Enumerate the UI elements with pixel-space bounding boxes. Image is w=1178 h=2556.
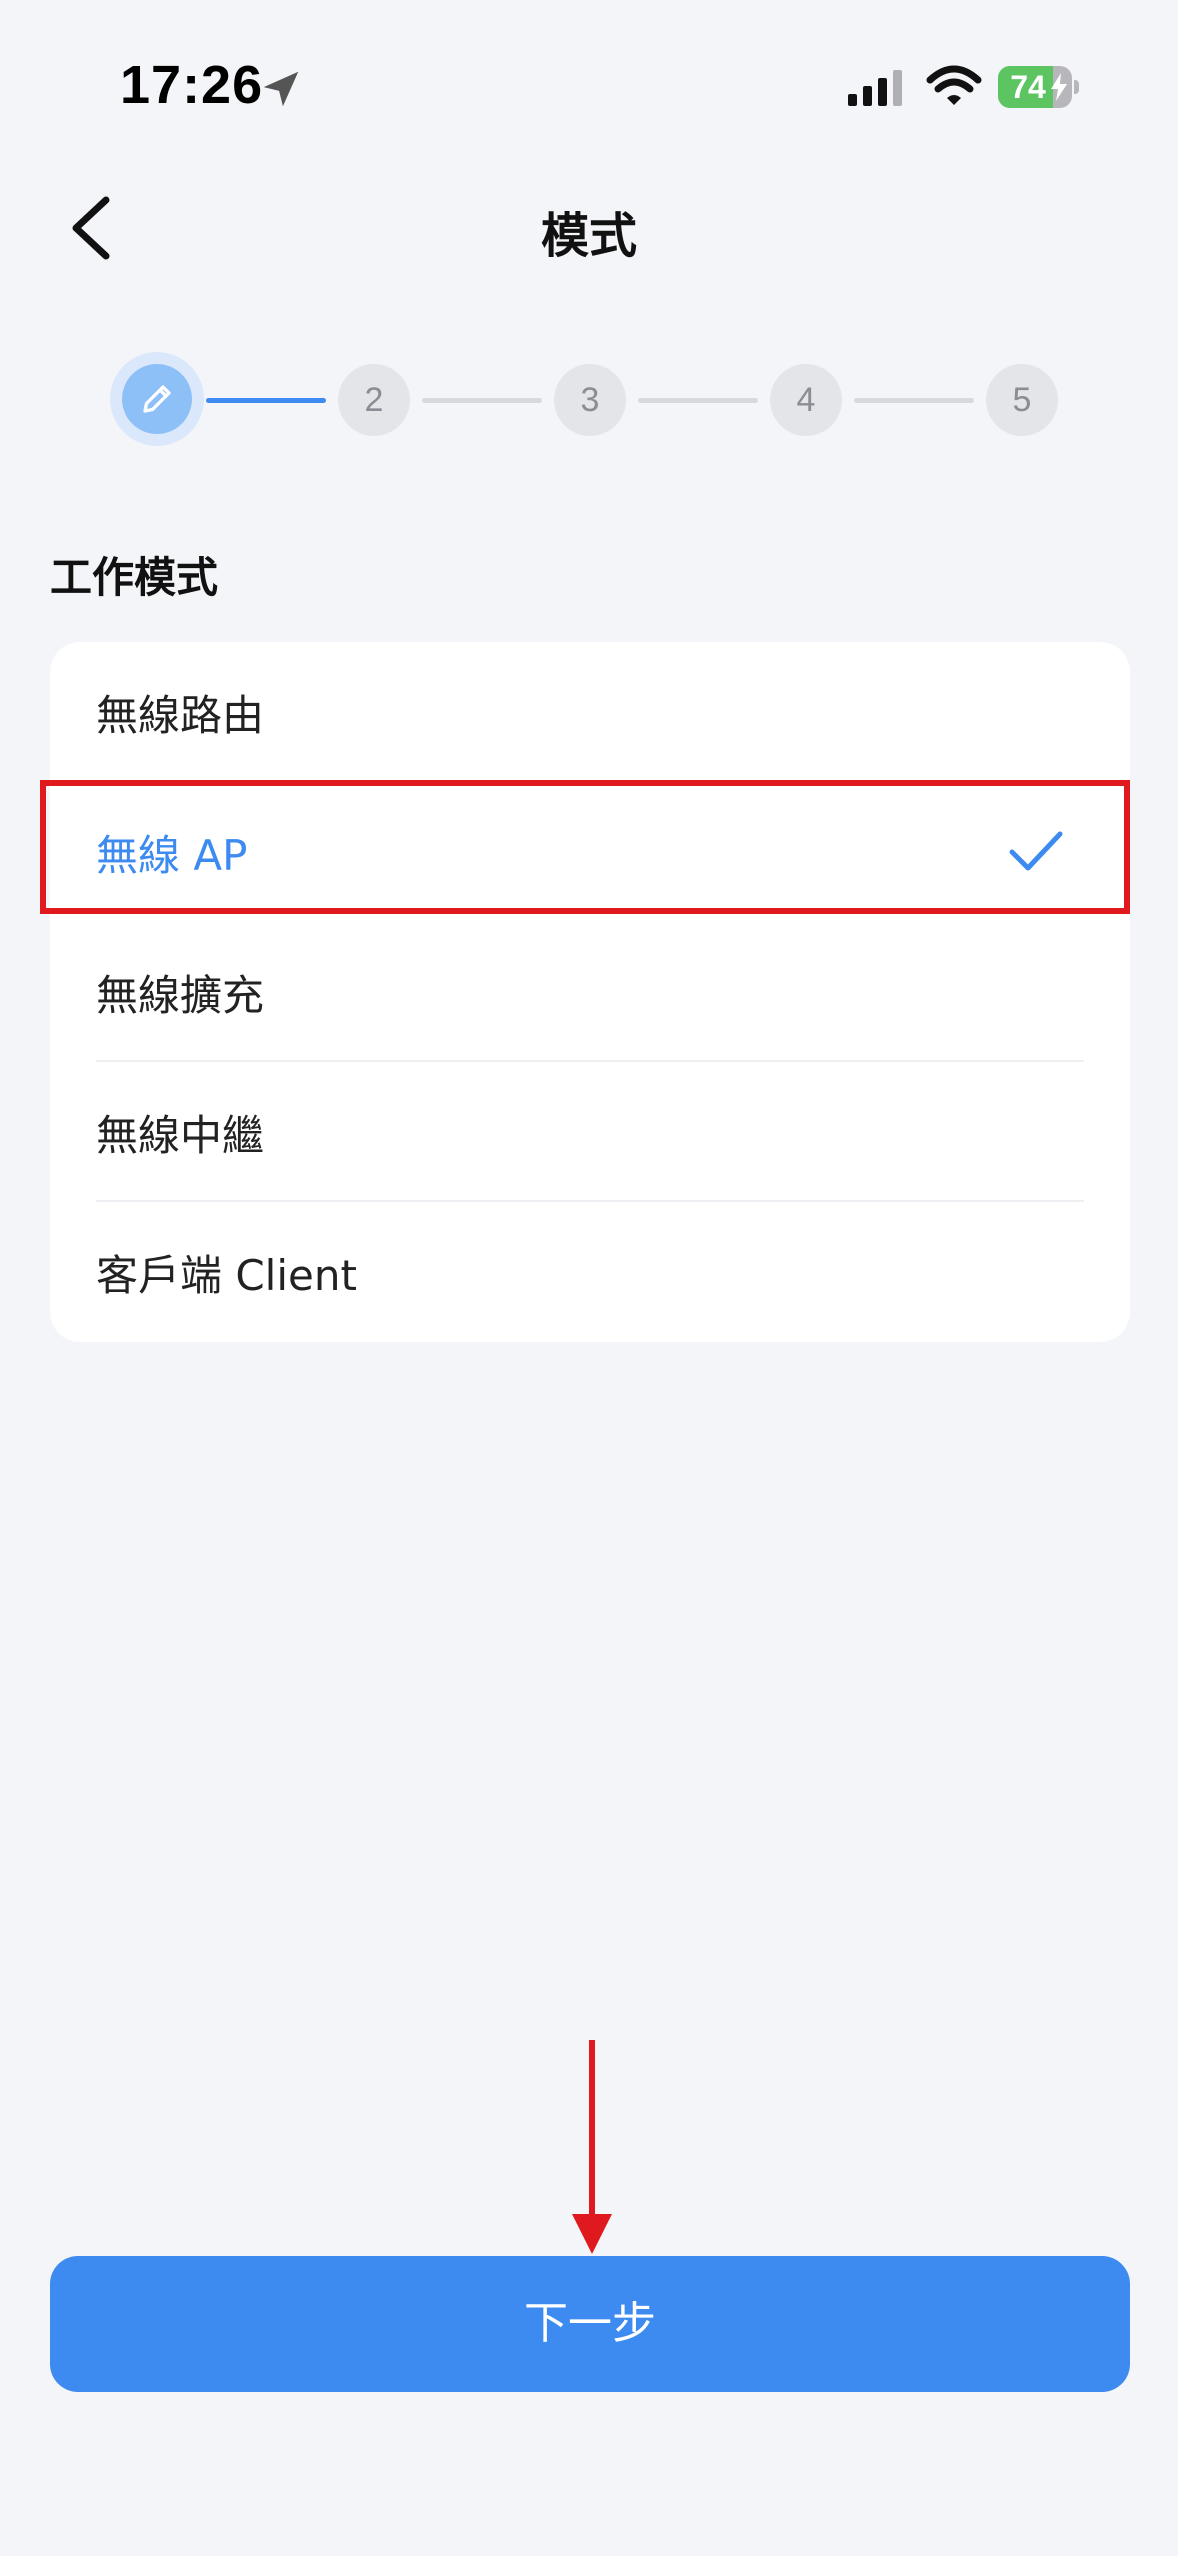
step-5: 5 <box>986 364 1058 436</box>
step-connector-4 <box>854 398 974 403</box>
mode-item-wireless-repeater[interactable]: 無線中繼 <box>50 1062 1130 1202</box>
mode-item-client[interactable]: 客戶端 Client <box>50 1202 1130 1342</box>
battery-percent: 74 <box>1010 69 1046 105</box>
signal-icon <box>848 70 902 106</box>
pencil-icon <box>143 385 171 413</box>
battery-indicator: 74 <box>998 66 1079 108</box>
mode-label: 無線中繼 <box>96 1111 265 1160</box>
step-2: 2 <box>338 364 410 436</box>
status-time: 17:26 <box>120 55 264 115</box>
step-1-current <box>122 364 192 434</box>
charging-bolt-icon <box>1051 73 1067 101</box>
mode-label: 無線擴充 <box>96 971 265 1020</box>
page-title: 模式 <box>540 208 637 264</box>
step-3: 3 <box>554 364 626 436</box>
section-title: 工作模式 <box>50 553 219 602</box>
mode-label: 客戶端 Client <box>96 1251 357 1300</box>
annotation-arrow-icon <box>572 2040 612 2254</box>
step-connector-2 <box>422 398 542 403</box>
step-connector-1 <box>206 398 326 403</box>
screen: 17:26 74 模式 2 3 4 5 工作模式 無線路由 無線 AP 無線擴充… <box>0 0 1178 2556</box>
mode-item-wireless-extender[interactable]: 無線擴充 <box>50 922 1130 1062</box>
mode-label: 無線 AP <box>96 831 248 880</box>
mode-item-wireless-router[interactable]: 無線路由 <box>50 642 1130 782</box>
mode-label: 無線路由 <box>96 691 265 740</box>
location-arrow-icon <box>263 71 299 107</box>
step-connector-3 <box>638 398 758 403</box>
mode-item-wireless-ap[interactable]: 無線 AP <box>50 782 1130 922</box>
wifi-icon <box>926 65 982 105</box>
next-step-button[interactable]: 下一步 <box>50 2256 1130 2392</box>
mode-list: 無線路由 無線 AP 無線擴充 無線中繼 客戶端 Client <box>50 642 1130 1342</box>
checkmark-icon <box>1009 831 1063 871</box>
step-4: 4 <box>770 364 842 436</box>
progress-stepper: 2 3 4 5 <box>0 352 1178 446</box>
